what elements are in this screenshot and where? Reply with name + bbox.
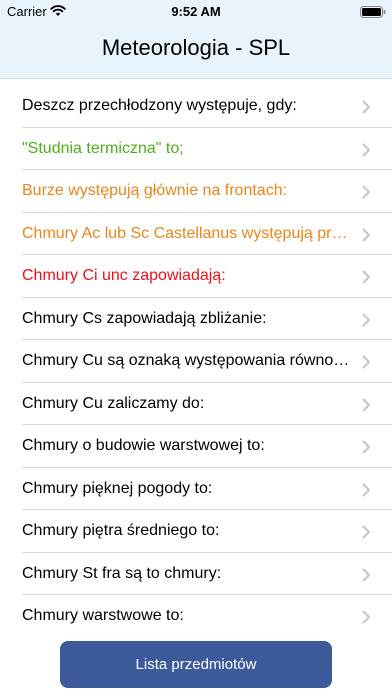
question-list: Deszcz przechłodzony występuje, gdy: "Stu… xyxy=(0,85,392,638)
chevron-right-icon xyxy=(362,228,370,241)
list-item[interactable]: Deszcz przechłodzony występuje, gdy: xyxy=(0,85,392,128)
list-item[interactable]: Chmury Cs zapowiadają zbliżanie: xyxy=(0,298,392,341)
chevron-right-icon xyxy=(362,355,370,369)
list-item-label: Chmury St fra są to chmury: xyxy=(22,564,222,582)
list-item-label: Chmury Ci unc zapowiadają: xyxy=(22,267,226,284)
list-item[interactable]: Chmury St fra są to chmury: xyxy=(0,553,392,596)
list-item[interactable]: Chmury Cu są oznaką występowania równowa… xyxy=(0,340,392,383)
list-item-label: Chmury warstwowe to: xyxy=(22,607,184,624)
chevron-right-icon xyxy=(362,143,370,156)
chevron-right-icon xyxy=(362,100,370,114)
navigation-bar: Meteorologia - SPL xyxy=(0,22,392,79)
list-item[interactable]: Chmury piętra średniego to: xyxy=(0,510,392,553)
list-item[interactable]: Chmury Ci unc zapowiadają: xyxy=(0,255,392,298)
list-item[interactable]: Chmury o budowie warstwowej to: xyxy=(0,425,392,468)
list-item[interactable]: Chmury Ac lub Sc Castellanus występują p… xyxy=(0,213,392,256)
list-item-label: Chmury Cs zapowiadają zbliżanie: xyxy=(22,309,267,327)
chevron-right-icon xyxy=(362,525,370,539)
list-item-label: Chmury pięknej pogody to: xyxy=(22,479,213,497)
chevron-right-icon xyxy=(362,440,370,454)
list-item-label: Chmury Cu zaliczamy do: xyxy=(22,394,205,412)
list-item-label: Burze występują głównie na frontach: xyxy=(22,182,288,199)
status-time: 9:52 AM xyxy=(171,4,221,19)
chevron-right-icon xyxy=(362,398,370,411)
list-item-label: Chmury piętra średniego to: xyxy=(22,522,220,539)
list-item[interactable]: Burze występują głównie na frontach: xyxy=(0,170,392,213)
list-item[interactable]: "Studnia termiczna" to; xyxy=(0,128,392,171)
list-item-label: Deszcz przechłodzony występuje, gdy: xyxy=(22,97,297,114)
list-item[interactable]: Chmury warstwowe to: xyxy=(0,595,392,638)
chevron-right-icon xyxy=(362,185,370,199)
list-item-label: Chmury o budowie warstwowej to: xyxy=(22,437,265,454)
list-item[interactable]: Chmury pięknej pogody to: xyxy=(0,468,392,511)
status-bar: Carrier 9:52 AM xyxy=(0,0,392,22)
chevron-right-icon xyxy=(362,270,370,284)
list-item[interactable]: Chmury Cu zaliczamy do: xyxy=(0,383,392,426)
list-item-label: Chmury Cu są oznaką występowania równowa… xyxy=(22,352,352,369)
subject-list-button[interactable]: Lista przedmiotów xyxy=(60,641,332,688)
list-item-label: "Studnia termiczna" to; xyxy=(22,139,184,157)
chevron-right-icon xyxy=(362,313,370,326)
chevron-right-icon xyxy=(362,483,370,496)
battery-icon xyxy=(360,6,386,18)
chevron-right-icon xyxy=(362,610,370,624)
chevron-right-icon xyxy=(362,568,370,581)
page-title: Meteorologia - SPL xyxy=(101,35,291,60)
list-item-label: Chmury Ac lub Sc Castellanus występują p… xyxy=(22,224,352,242)
